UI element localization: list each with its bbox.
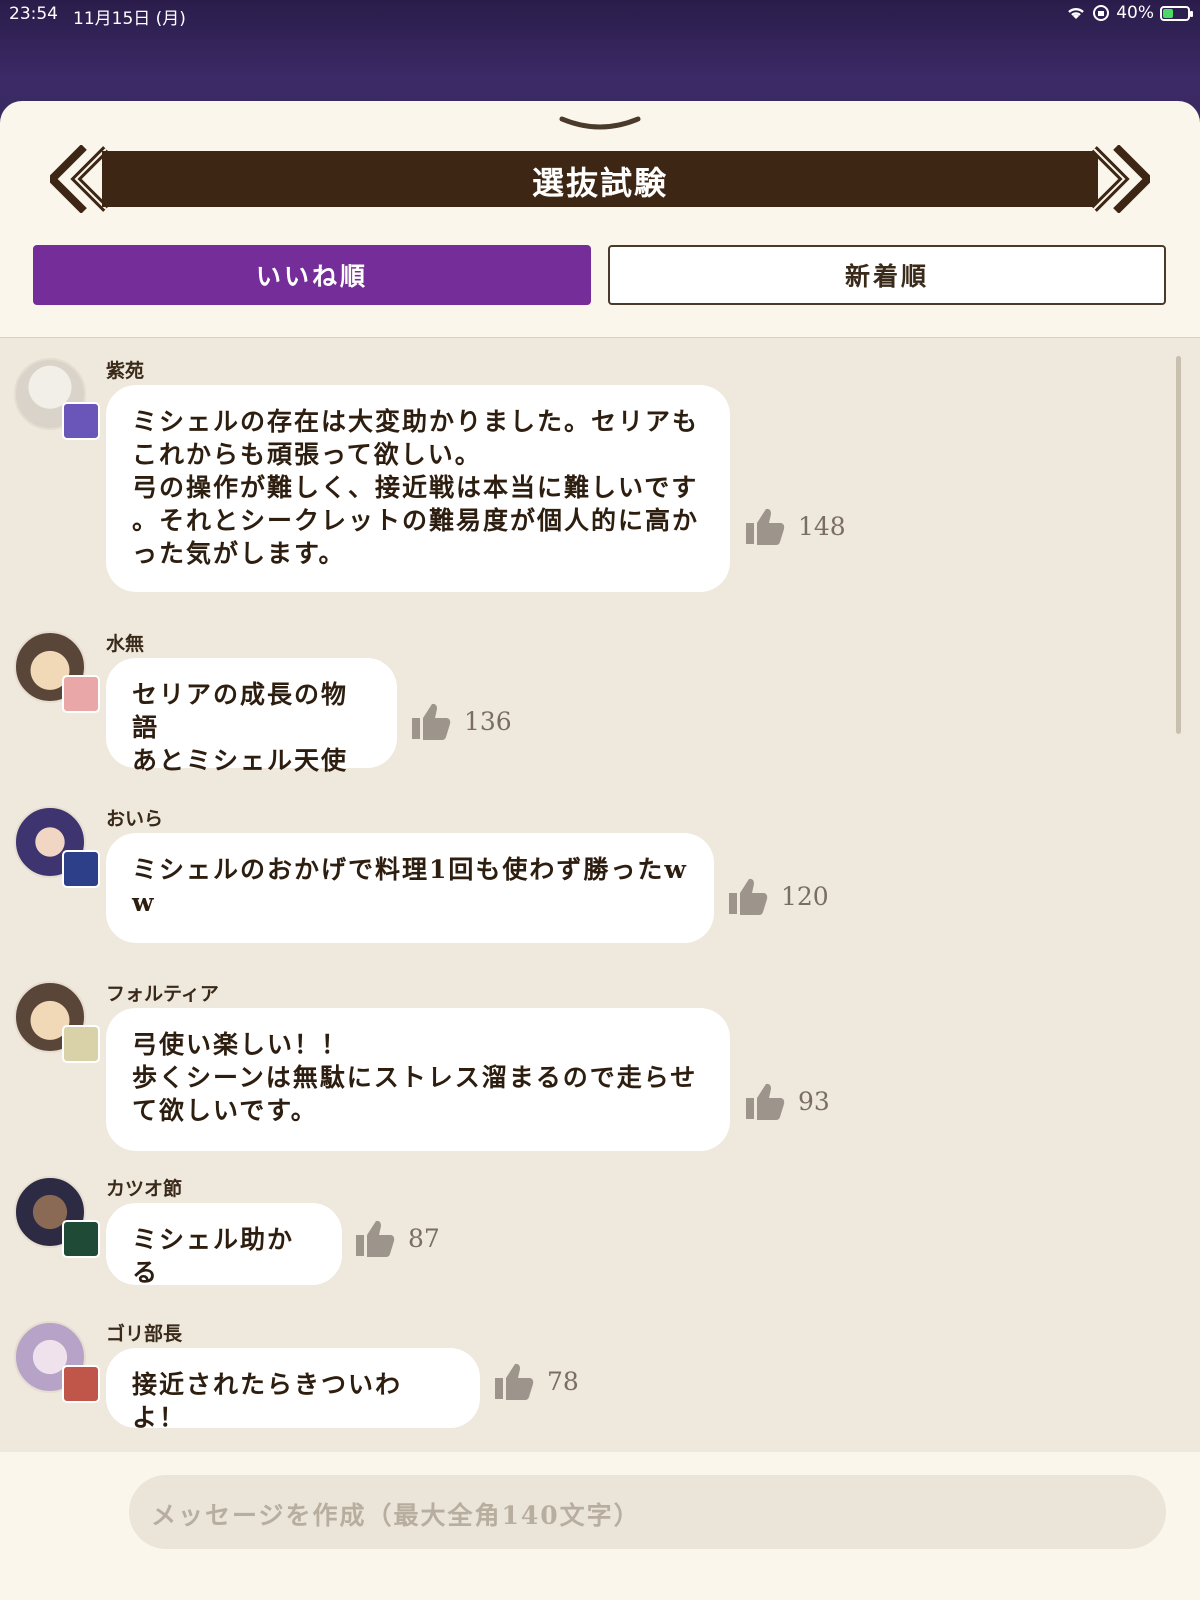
battery-icon [1160, 5, 1193, 21]
thumbs-up-icon [729, 878, 768, 915]
comment-bubble: ミシェルの存在は大変助かりました。セリアも これからも頑張って欲しい。 弓の操作… [106, 385, 730, 592]
badge-icon [62, 850, 100, 888]
wifi-icon [1068, 7, 1085, 19]
comment-list[interactable]: 紫苑 ミシェルの存在は大変助かりました。セリアも これからも頑張って欲しい。 弓… [0, 337, 1200, 1452]
thumbs-up-icon [746, 1083, 785, 1120]
thumbs-up-icon [412, 703, 451, 740]
thumbs-up-icon [495, 1363, 534, 1400]
badge-icon [62, 1220, 100, 1258]
banner-ornament-right-icon [1091, 145, 1150, 213]
tab-sort-by-likes[interactable]: いいね順 [33, 245, 591, 305]
status-date: 11月15日 (月) [73, 9, 186, 29]
comment-username: おいら [106, 808, 164, 830]
like-count: 148 [798, 511, 846, 541]
comment-username: 紫苑 [106, 360, 145, 382]
comment-bubble: ミシェルのおかげで料理1回も使わず勝ったw w [106, 833, 714, 943]
status-time: 23:54 [9, 4, 58, 24]
like-button[interactable]: 93 [744, 1081, 830, 1121]
compose-bar: メッセージを作成（最大全角140文字） [0, 1452, 1200, 1600]
battery-percent: 40% [1116, 3, 1154, 23]
comment-username: 水無 [106, 633, 145, 655]
like-count: 136 [464, 706, 512, 736]
comment-bubble: 接近されたらきついわよ！ [106, 1348, 480, 1432]
comment-bubble: セリアの成長の物語 あとミシェル天使 [106, 658, 397, 775]
badge-icon [62, 675, 100, 713]
like-button[interactable]: 87 [354, 1218, 440, 1258]
comment-username: カツオ節 [106, 1178, 183, 1200]
like-button[interactable]: 120 [727, 876, 829, 916]
status-bar: 23:54 11月15日 (月) 40% [0, 0, 1200, 30]
thumbs-up-icon [746, 508, 785, 545]
thumbs-up-icon [356, 1220, 395, 1257]
title-banner: 選抜試験 [50, 145, 1150, 213]
tab-sort-by-newest[interactable]: 新着順 [608, 245, 1166, 305]
scrollbar[interactable] [1176, 356, 1181, 734]
like-count: 93 [798, 1086, 830, 1116]
like-count: 87 [408, 1223, 440, 1253]
like-count: 78 [547, 1366, 579, 1396]
comment-bubble: 弓使い楽しい！！ 歩くシーンは無駄にストレス溜まるので走らせ て欲しいです。 [106, 1008, 730, 1151]
status-right: 40% [1066, 3, 1193, 23]
like-count: 120 [781, 881, 829, 911]
like-button[interactable]: 136 [410, 701, 512, 741]
orientation-lock-icon [1093, 5, 1110, 21]
comments-sheet: 選抜試験 いいね順 新着順 紫苑 ミシェルの存在は大変助かりました。セリアも こ… [0, 101, 1200, 1600]
page-title: 選抜試験 [531, 164, 668, 202]
badge-icon [62, 1025, 100, 1063]
badge-icon [62, 1365, 100, 1403]
chevron-down-icon[interactable] [558, 115, 642, 133]
comment-username: ゴリ部長 [106, 1323, 183, 1345]
like-button[interactable]: 78 [493, 1361, 579, 1401]
like-button[interactable]: 148 [744, 506, 846, 546]
message-input[interactable]: メッセージを作成（最大全角140文字） [129, 1475, 1166, 1549]
badge-icon [62, 402, 100, 440]
comment-username: フォルティア [106, 983, 219, 1005]
comment-bubble: ミシェル助かる [106, 1203, 342, 1287]
